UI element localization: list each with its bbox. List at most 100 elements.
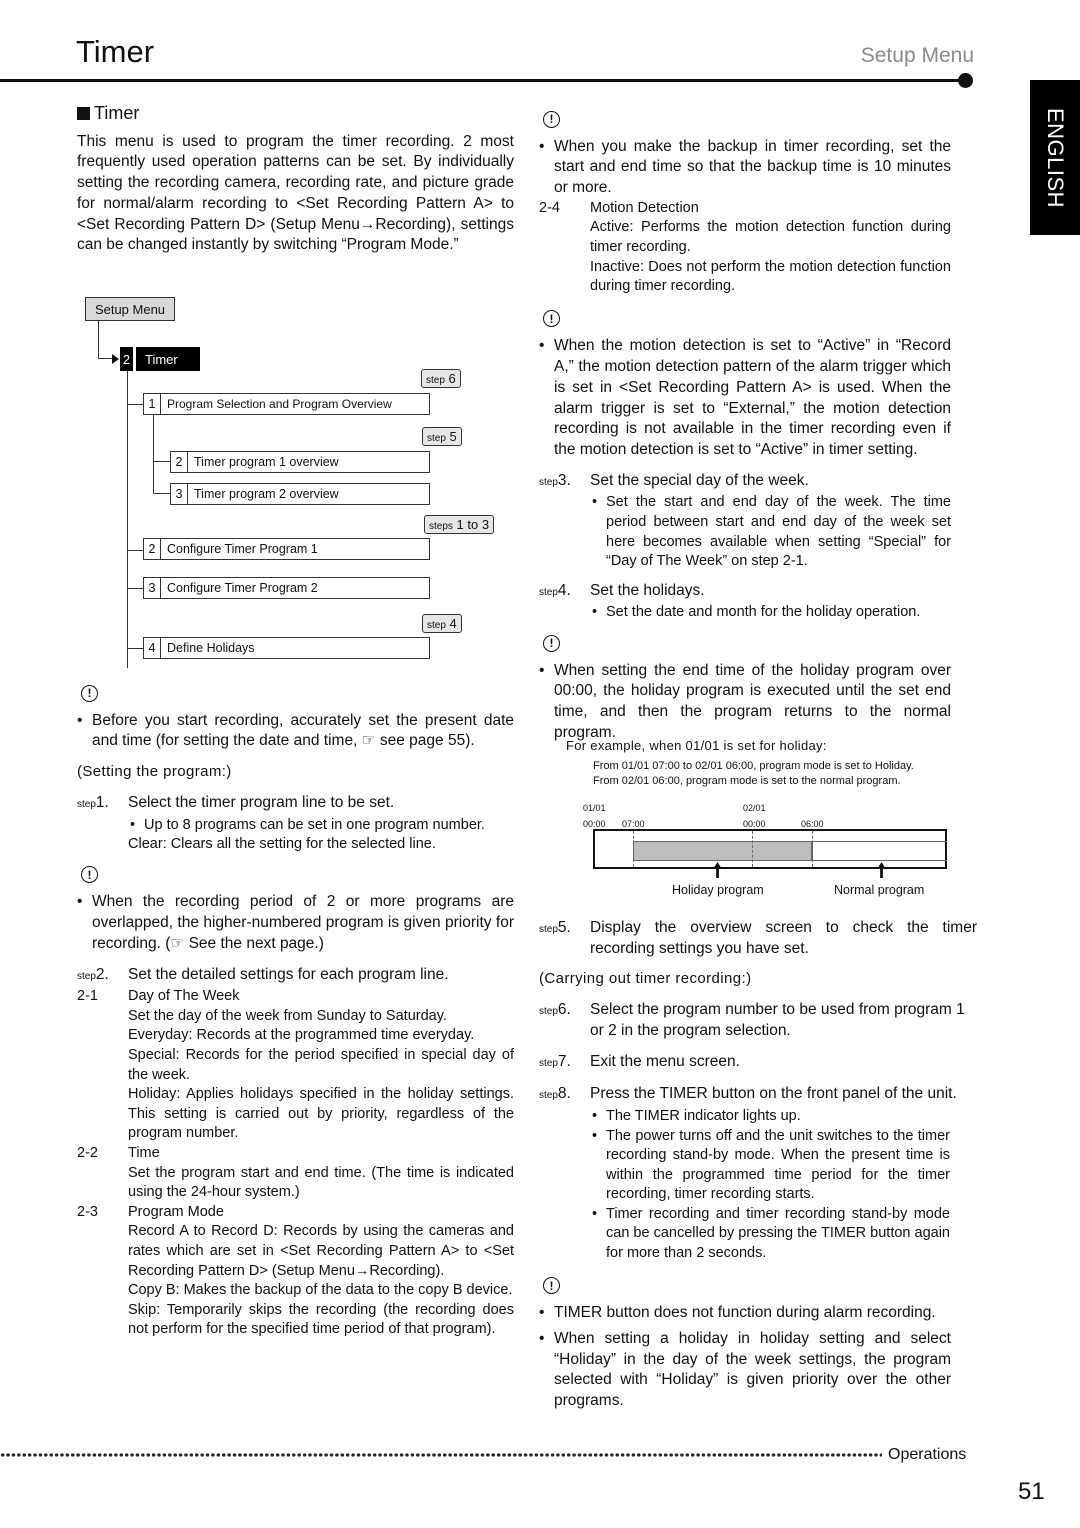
intro-section: Timer This menu is used to program the t…: [77, 103, 514, 256]
note-text: TIMER button does not function during al…: [539, 1303, 951, 1324]
connector: [127, 550, 144, 551]
start-marker: [633, 831, 634, 867]
step-callout: step 6: [421, 369, 461, 388]
connector: [127, 371, 128, 668]
step-label: step: [77, 798, 96, 810]
step-2: step2. Set the detailed settings for eac…: [77, 965, 514, 988]
step-number: 2.: [95, 965, 109, 983]
callout-prefix: step: [426, 375, 445, 386]
callout-value: 5: [449, 429, 457, 444]
step-number: 1.: [95, 793, 109, 811]
tree-item-num: 2: [144, 539, 161, 559]
substep-line: Everyday: Records at the programmed time…: [128, 1027, 475, 1044]
substep-line: Inactive: Does not perform the motion de…: [590, 258, 951, 295]
normal-period-bar: [812, 841, 947, 861]
callout-value: 1 to 3: [456, 517, 490, 532]
step-4: step4. Set the holidays.: [539, 581, 951, 604]
tree-item-define-holidays[interactable]: 4 Define Holidays: [143, 637, 430, 659]
tree-item-num: 4: [144, 638, 161, 658]
step-number: 7.: [557, 1052, 571, 1070]
substep-title: Program Mode: [128, 1203, 224, 1220]
substep-line: Record A to Record D: Records by using t…: [128, 1223, 514, 1279]
substep-number: 2-3: [77, 1203, 98, 1220]
right-column-bottom: step 5. Display the overview screen to ch…: [539, 918, 977, 1412]
tree-selected-label: Timer: [136, 347, 200, 371]
timeline-time: 07:00: [622, 819, 645, 829]
step-text: Press the TIMER button on the front pane…: [590, 1085, 957, 1103]
callout-value: 6: [448, 371, 456, 386]
connector: [153, 461, 170, 462]
tree-item-label: Configure Timer Program 1: [167, 542, 318, 556]
page-title: Timer: [76, 34, 155, 69]
caution-icon: !: [543, 634, 560, 652]
step-text: Display the overview screen to check the…: [590, 919, 977, 957]
arrow-right-icon: [112, 354, 119, 364]
connector: [127, 588, 144, 589]
tree-item-num: 2: [171, 452, 188, 472]
timeline-date: 02/01: [743, 803, 766, 813]
step-callout: step 4: [422, 614, 462, 633]
tree-item-label: Timer program 2 overview: [194, 487, 339, 501]
substep-2-1: 2-1 Day of The Week Set the day of the w…: [77, 987, 514, 1144]
callout-prefix: step: [427, 620, 446, 631]
substep-number: 2-4: [539, 199, 560, 216]
step-label: step: [539, 1090, 558, 1102]
step-number: 5.: [557, 919, 571, 936]
step-bullet: Timer recording and timer recording stan…: [590, 1205, 950, 1264]
substep-title: Motion Detection: [590, 199, 699, 216]
step-8: step8. Press the TIMER button on the fro…: [539, 1084, 977, 1107]
tree-item-configure-timer-program-2[interactable]: 3 Configure Timer Program 2: [143, 577, 430, 599]
holiday-period-bar: [633, 841, 812, 861]
note-text: When setting a holiday in holiday settin…: [539, 1329, 951, 1412]
substep-2-4: 2-4 Motion Detection Active: Performs th…: [539, 199, 951, 297]
note-text: When the motion detection is set to “Act…: [539, 336, 951, 460]
square-bullet-icon: [77, 106, 90, 120]
step-text: Select the program number to be used fro…: [590, 1001, 965, 1039]
step-number: 8.: [557, 1085, 571, 1103]
tree-root-label: Setup Menu: [94, 301, 166, 317]
tree-item-timer-program-1-overview[interactable]: 2 Timer program 1 overview: [170, 451, 430, 473]
language-tab[interactable]: ENGLISH: [1030, 80, 1080, 235]
substep-title: Time: [128, 1144, 160, 1161]
tree-item-program-selection[interactable]: 1 Program Selection and Program Overview: [143, 393, 430, 415]
substep-line: Active: Performs the motion detection fu…: [590, 219, 951, 255]
note-text: When the recording period of 2 or more p…: [77, 892, 514, 954]
subsection-heading: (Setting the program:): [77, 763, 232, 781]
connector: [127, 648, 144, 649]
footer-dotted-rule: [0, 1452, 882, 1458]
note-text: When you make the backup in timer record…: [539, 137, 951, 199]
step-callout: step 5: [422, 427, 462, 446]
step-text: Select the timer program line to be set.: [128, 793, 395, 811]
example-heading: For example, when 01/01 is set for holid…: [566, 738, 827, 753]
normal-program-label: Normal program: [834, 883, 925, 897]
note-block: !: [81, 865, 514, 886]
step-callout: steps 1 to 3: [424, 515, 495, 534]
note-text: Before you start recording, accurately s…: [77, 711, 514, 752]
step-bullet: The power turns off and the unit switche…: [590, 1127, 950, 1205]
timeline-date: 01/01: [583, 803, 606, 813]
connector: [98, 320, 99, 359]
step-extra: Clear: Clears all the setting for the se…: [128, 836, 436, 853]
caution-icon: !: [81, 684, 98, 702]
tree-item-configure-timer-program-1[interactable]: 2 Configure Timer Program 1: [143, 538, 430, 560]
language-tab-label: ENGLISH: [1043, 107, 1068, 208]
tree-item-label: Timer program 1 overview: [194, 455, 339, 469]
step-label: step: [539, 586, 558, 598]
step-label: step: [77, 970, 96, 982]
step-text: Set the detailed settings for each progr…: [128, 965, 449, 983]
step-label: step: [539, 476, 558, 488]
left-column-body: ! Before you start recording, accurately…: [77, 683, 514, 1340]
step-number: 6.: [557, 1001, 571, 1019]
substep-number: 2-2: [77, 1144, 98, 1161]
caution-icon: !: [543, 110, 560, 128]
example-line: From 02/01 06:00, program mode is set to…: [593, 775, 901, 787]
step-text: Exit the menu screen.: [590, 1052, 740, 1070]
tree-item-timer-program-2-overview[interactable]: 3 Timer program 2 overview: [170, 483, 430, 505]
footer-section: Operations: [888, 1446, 967, 1463]
note-block: !: [543, 309, 951, 330]
connector: [153, 415, 154, 493]
step-6: step6. Select the program number to be u…: [539, 1000, 977, 1041]
substep-number: 2-1: [77, 988, 98, 1005]
step-label: step: [539, 1006, 558, 1018]
intro-paragraph: This menu is used to program the timer r…: [77, 132, 514, 254]
